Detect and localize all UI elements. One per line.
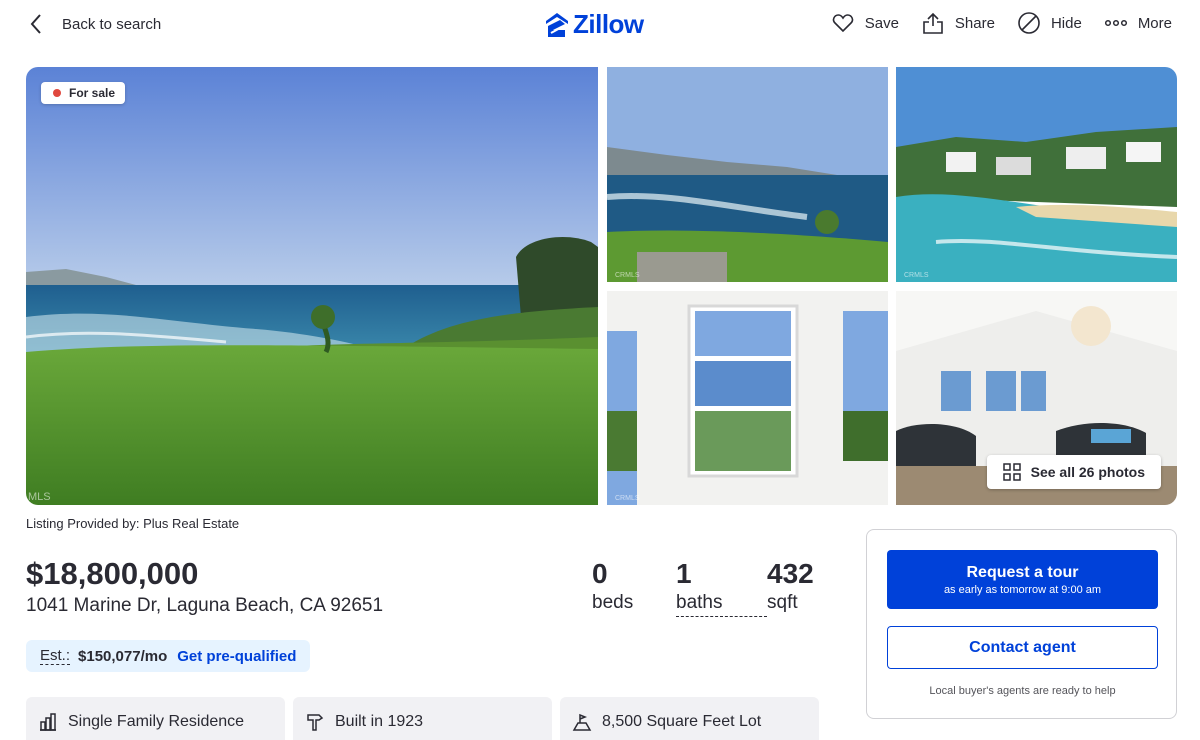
hide-icon <box>1018 12 1040 34</box>
for-sale-badge: For sale <box>41 82 126 104</box>
back-label: Back to search <box>62 15 162 33</box>
contact-card: Request a tour as early as tomorrow at 9… <box>866 529 1177 719</box>
for-sale-label: For sale <box>69 86 116 100</box>
share-label: Share <box>954 14 995 32</box>
mls-watermark: MLS <box>28 491 51 503</box>
photo-coastline[interactable]: CRMLS <box>607 67 888 282</box>
tour-subtitle: as early as tomorrow at 9:00 am <box>943 583 1102 596</box>
hide-button[interactable]: Hide <box>1017 11 1082 35</box>
cove-photo <box>896 67 1177 282</box>
baths-value: 1 <box>676 558 692 589</box>
photo-cove[interactable]: CRMLS <box>896 67 1177 282</box>
tour-title: Request a tour <box>966 563 1079 581</box>
photo-window[interactable]: CRMLS <box>607 291 888 505</box>
listing-price: $18,800,000 <box>26 556 199 591</box>
share-icon <box>923 12 943 34</box>
listing-address: 1041 Marine Dr, Laguna Beach, CA 92651 <box>26 595 384 616</box>
est-label[interactable]: Est.: <box>40 647 71 665</box>
estimated-payment: Est.: $150,077/mo Get pre-qualified <box>26 640 311 672</box>
sqft-label: sqft <box>767 592 798 613</box>
building-icon <box>40 713 56 731</box>
beds-value: 0 <box>592 558 608 589</box>
listing-actions: Save Share Hide More <box>831 11 1172 35</box>
est-value: $150,077/mo <box>78 647 168 665</box>
status-dot-icon <box>53 89 61 97</box>
baths-stat[interactable]: 1 baths <box>676 558 767 617</box>
save-label: Save <box>864 14 899 32</box>
get-pre-qualified-link[interactable]: Get pre-qualified <box>177 648 296 665</box>
hide-label: Hide <box>1050 14 1082 32</box>
see-all-photos-button[interactable]: See all 26 photos <box>986 455 1161 489</box>
top-bar: Back to search Zillow Save Share Hide Mo… <box>0 0 1200 48</box>
heart-icon <box>832 14 853 33</box>
fact-year-built: Built in 1923 <box>293 697 552 740</box>
zillow-logo-icon <box>546 12 568 37</box>
crmls-watermark: CRMLS <box>615 495 640 502</box>
save-button[interactable]: Save <box>831 11 899 35</box>
ocean-lawn-photo <box>26 67 598 505</box>
coastline-photo <box>607 67 888 282</box>
fact-year-built-text: Built in 1923 <box>335 713 424 730</box>
listing-stats: 0 beds 1 baths 432 sqft <box>592 558 837 617</box>
grid-icon <box>1002 463 1021 481</box>
beds-label: beds <box>592 592 634 613</box>
agents-note: Local buyer's agents are ready to help <box>929 685 1116 697</box>
baths-label[interactable]: baths <box>676 592 767 617</box>
fact-home-type-text: Single Family Residence <box>68 713 245 730</box>
zillow-logo[interactable]: Zillow <box>545 9 644 40</box>
window-view-photo <box>607 291 888 505</box>
facts-row: Single Family Residence Built in 1923 8,… <box>26 697 819 740</box>
back-to-search-link[interactable]: Back to search <box>28 12 161 36</box>
contact-agent-button[interactable]: Contact agent <box>887 626 1158 669</box>
lot-icon <box>572 713 592 731</box>
photo-living-room[interactable]: See all 26 photos <box>896 291 1177 505</box>
request-tour-button[interactable]: Request a tour as early as tomorrow at 9… <box>887 550 1158 609</box>
crmls-watermark: CRMLS <box>904 272 929 279</box>
more-button[interactable]: More <box>1104 11 1172 35</box>
chevron-left-icon <box>30 14 41 34</box>
beds-stat: 0 beds <box>592 558 676 617</box>
sqft-value: 432 <box>767 558 814 589</box>
see-all-label: See all 26 photos <box>1030 464 1145 480</box>
fact-lot-size: 8,500 Square Feet Lot <box>560 697 819 740</box>
hammer-icon <box>307 714 324 731</box>
photo-gallery: For sale MLS CRMLS CRMLS CRMLS See all 2… <box>26 67 1177 505</box>
fact-lot-size-text: 8,500 Square Feet Lot <box>602 713 762 730</box>
crmls-watermark: CRMLS <box>615 272 640 279</box>
fact-home-type: Single Family Residence <box>26 697 285 740</box>
main-photo[interactable]: For sale MLS <box>26 67 598 505</box>
more-dots-icon <box>1104 19 1127 27</box>
logo-text: Zillow <box>573 9 644 39</box>
more-label: More <box>1137 14 1172 32</box>
listing-provider: Listing Provided by: Plus Real Estate <box>26 516 240 531</box>
sqft-stat: 432 sqft <box>767 558 837 617</box>
share-button[interactable]: Share <box>921 11 995 35</box>
